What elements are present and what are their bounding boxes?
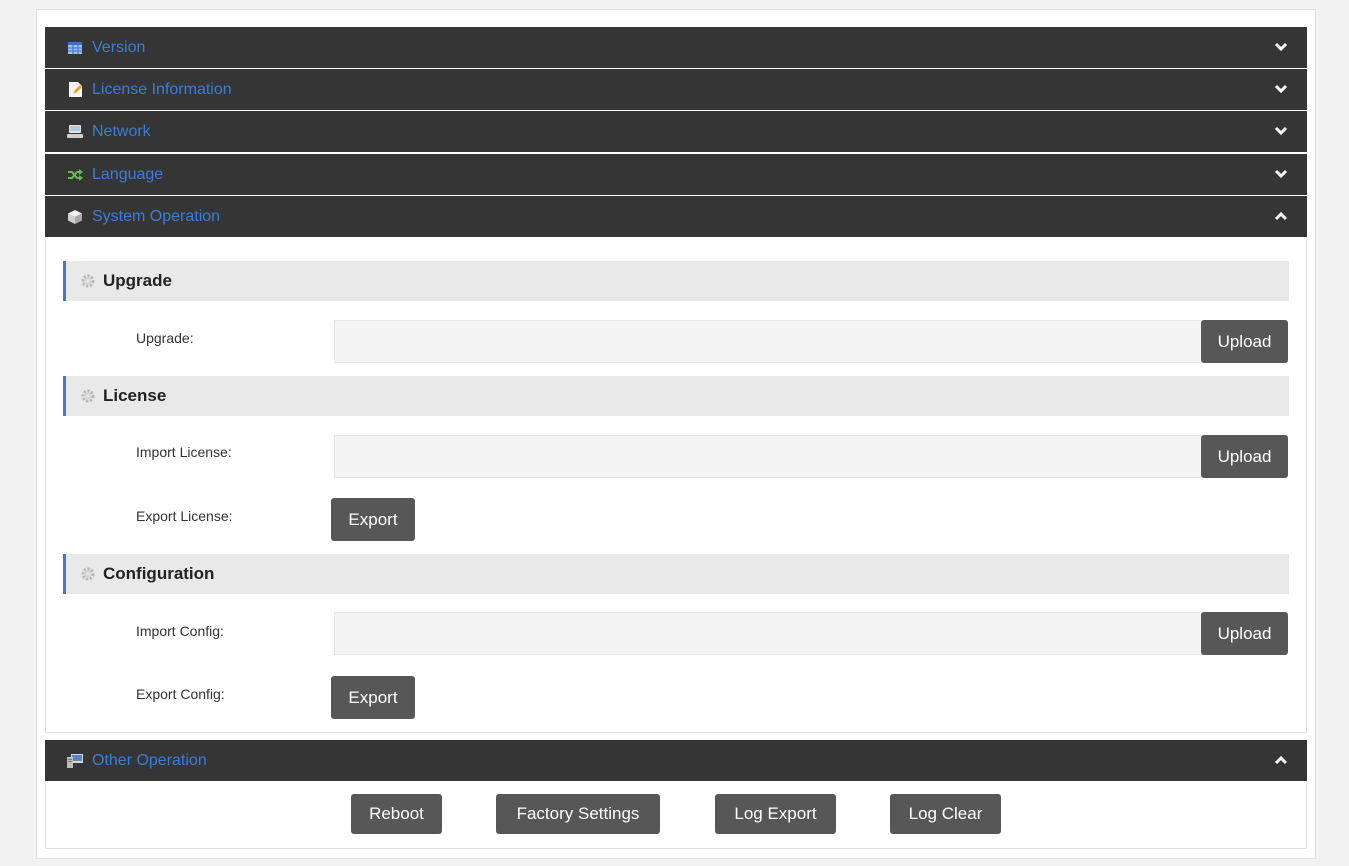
- accordion-title: Version: [92, 38, 146, 56]
- accordion-license-information[interactable]: License Information: [45, 69, 1307, 110]
- document-icon: [67, 82, 83, 98]
- shuffle-icon: [67, 167, 83, 183]
- export-license-button[interactable]: Export: [331, 498, 415, 541]
- export-config-label: Export Config:: [136, 686, 225, 702]
- other-operation-body: [45, 781, 1307, 849]
- section-title: Configuration: [103, 564, 215, 583]
- gear-icon: [81, 389, 95, 403]
- chevron-down-icon: [1274, 84, 1288, 94]
- chevron-up-icon: [1274, 211, 1288, 221]
- accordion-title: License Information: [92, 80, 232, 98]
- upgrade-label: Upgrade:: [136, 330, 194, 346]
- export-license-label: Export License:: [136, 508, 233, 524]
- import-license-label: Import License:: [136, 444, 232, 460]
- upgrade-upload-button[interactable]: Upload: [1201, 320, 1288, 363]
- section-license-header: License: [63, 376, 1289, 416]
- gear-icon: [81, 567, 95, 581]
- import-license-file-input[interactable]: [334, 435, 1202, 478]
- gear-icon: [81, 274, 95, 288]
- import-config-upload-button[interactable]: Upload: [1201, 612, 1288, 655]
- system-operation-body: [45, 237, 1307, 733]
- log-clear-button[interactable]: Log Clear: [890, 794, 1001, 834]
- reboot-button[interactable]: Reboot: [351, 794, 442, 834]
- accordion-other-operation[interactable]: Other Operation: [45, 740, 1307, 781]
- accordion-version[interactable]: Version: [45, 27, 1307, 68]
- chevron-down-icon: [1274, 126, 1288, 136]
- import-config-file-input[interactable]: [334, 612, 1202, 655]
- import-license-upload-button[interactable]: Upload: [1201, 435, 1288, 478]
- accordion-title: Other Operation: [92, 751, 207, 769]
- accordion-title: System Operation: [92, 207, 221, 225]
- cube-icon: [67, 209, 83, 225]
- upgrade-file-input[interactable]: [334, 320, 1202, 363]
- accordion-title: Network: [92, 122, 151, 140]
- export-config-button[interactable]: Export: [331, 676, 415, 719]
- accordion-network[interactable]: Network: [45, 111, 1307, 152]
- factory-settings-button[interactable]: Factory Settings: [496, 794, 660, 834]
- chevron-up-icon: [1274, 755, 1288, 765]
- accordion-title: Language: [92, 165, 164, 183]
- table-icon: [67, 40, 83, 56]
- section-title: Upgrade: [103, 271, 172, 290]
- chevron-down-icon: [1274, 169, 1288, 179]
- monitor-icon: [67, 753, 83, 769]
- accordion-system-operation[interactable]: System Operation: [45, 196, 1307, 237]
- accordion-language[interactable]: Language: [45, 154, 1307, 195]
- network-icon: [67, 124, 83, 140]
- log-export-button[interactable]: Log Export: [715, 794, 836, 834]
- section-title: License: [103, 386, 167, 405]
- section-configuration-header: Configuration: [63, 554, 1289, 594]
- import-config-label: Import Config:: [136, 623, 224, 639]
- section-upgrade-header: Upgrade: [63, 261, 1289, 301]
- chevron-down-icon: [1274, 42, 1288, 52]
